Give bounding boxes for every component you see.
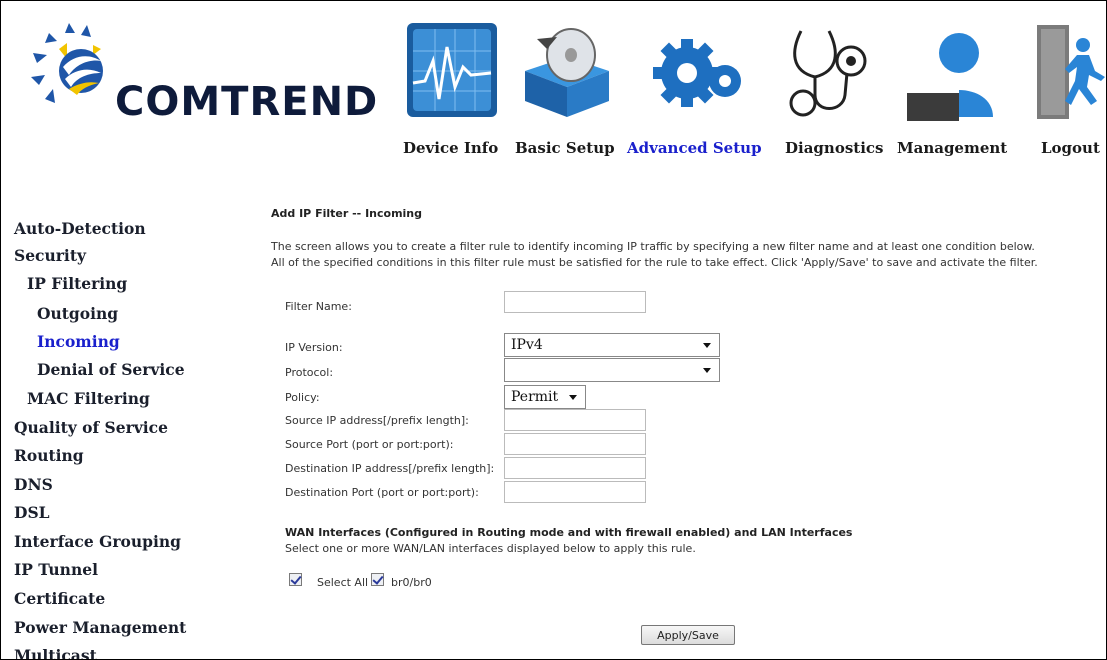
destination-ip-input[interactable] [504, 457, 646, 479]
policy-select[interactable]: Permit [504, 385, 586, 409]
exit-icon[interactable] [1035, 21, 1106, 125]
sidebar-item-dns[interactable]: DNS [14, 475, 53, 494]
source-port-input[interactable] [504, 433, 646, 455]
sidebar-item-multicast[interactable]: Multicast [14, 646, 97, 659]
sidebar-item-security[interactable]: Security [14, 246, 86, 265]
source-ip-label: Source IP address[/prefix length]: [285, 414, 469, 427]
page-title: Add IP Filter -- Incoming [271, 207, 423, 220]
filter-name-label: Filter Name: [285, 300, 352, 313]
destination-port-label: Destination Port (port or port:port): [285, 486, 479, 499]
sidebar-item-routing[interactable]: Routing [14, 446, 84, 465]
sidebar-item-outgoing[interactable]: Outgoing [37, 304, 118, 323]
header: COMTREND Device Info Basic Setup Advance… [1, 1, 1106, 186]
protocol-label: Protocol: [285, 366, 334, 379]
admin-icon[interactable] [905, 21, 1001, 125]
brand-name: COMTREND [115, 79, 379, 125]
comtrend-logo-icon [23, 19, 113, 133]
chevron-down-icon [569, 395, 577, 400]
sidebar-item-interface-grouping[interactable]: Interface Grouping [14, 532, 181, 551]
nav-diagnostics[interactable]: Diagnostics [785, 139, 883, 157]
gears-icon[interactable] [649, 21, 749, 125]
description-line-2: All of the specified conditions in this … [271, 256, 1038, 269]
page-description: The screen allows you to create a filter… [271, 239, 1101, 271]
ip-version-select[interactable]: IPv4 [504, 333, 720, 357]
sidebar-item-certificate[interactable]: Certificate [14, 589, 105, 608]
nav-basic-setup[interactable]: Basic Setup [515, 139, 615, 157]
nav-management[interactable]: Management [897, 139, 1007, 157]
sidebar-item-denial-of-service[interactable]: Denial of Service [37, 360, 185, 379]
apply-save-button[interactable]: Apply/Save [641, 625, 735, 645]
chart-icon[interactable] [405, 21, 501, 125]
description-line-1: The screen allows you to create a filter… [271, 240, 1035, 253]
sidebar-item-ip-tunnel[interactable]: IP Tunnel [14, 560, 98, 579]
stethoscope-icon[interactable] [781, 21, 877, 125]
wan-interfaces-heading: WAN Interfaces (Configured in Routing mo… [285, 526, 853, 539]
nav-logout[interactable]: Logout [1041, 139, 1100, 157]
sidebar-item-power-management[interactable]: Power Management [14, 618, 186, 637]
ip-version-label: IP Version: [285, 341, 343, 354]
nav-device-info[interactable]: Device Info [403, 139, 498, 157]
policy-label: Policy: [285, 391, 320, 404]
sidebar-item-auto-detection[interactable]: Auto-Detection [14, 219, 146, 238]
select-all-checkbox[interactable] [289, 573, 302, 586]
router-admin-page: COMTREND Device Info Basic Setup Advance… [0, 0, 1107, 660]
br0-checkbox[interactable] [371, 573, 384, 586]
sidebar-item-quality-of-service[interactable]: Quality of Service [14, 418, 168, 437]
ip-version-value: IPv4 [511, 337, 543, 353]
filter-name-input[interactable] [504, 291, 646, 313]
cd-box-icon[interactable] [517, 21, 617, 125]
chevron-down-icon [703, 368, 711, 373]
select-all-label: Select All [317, 576, 369, 589]
policy-value: Permit [511, 389, 559, 405]
protocol-select[interactable] [504, 358, 720, 382]
destination-ip-label: Destination IP address[/prefix length]: [285, 462, 495, 475]
sidebar-item-ip-filtering[interactable]: IP Filtering [27, 274, 127, 293]
nav-advanced-setup[interactable]: Advanced Setup [627, 139, 762, 157]
sidebar-item-mac-filtering[interactable]: MAC Filtering [27, 389, 150, 408]
chevron-down-icon [703, 343, 711, 348]
wan-interfaces-subtext: Select one or more WAN/LAN interfaces di… [285, 542, 696, 555]
destination-port-input[interactable] [504, 481, 646, 503]
main-content: Add IP Filter -- Incoming The screen all… [229, 201, 1106, 659]
br0-label: br0/br0 [391, 576, 432, 589]
source-port-label: Source Port (port or port:port): [285, 438, 454, 451]
sidebar-item-dsl[interactable]: DSL [14, 503, 50, 522]
sidebar-item-incoming[interactable]: Incoming [37, 332, 120, 351]
source-ip-input[interactable] [504, 409, 646, 431]
